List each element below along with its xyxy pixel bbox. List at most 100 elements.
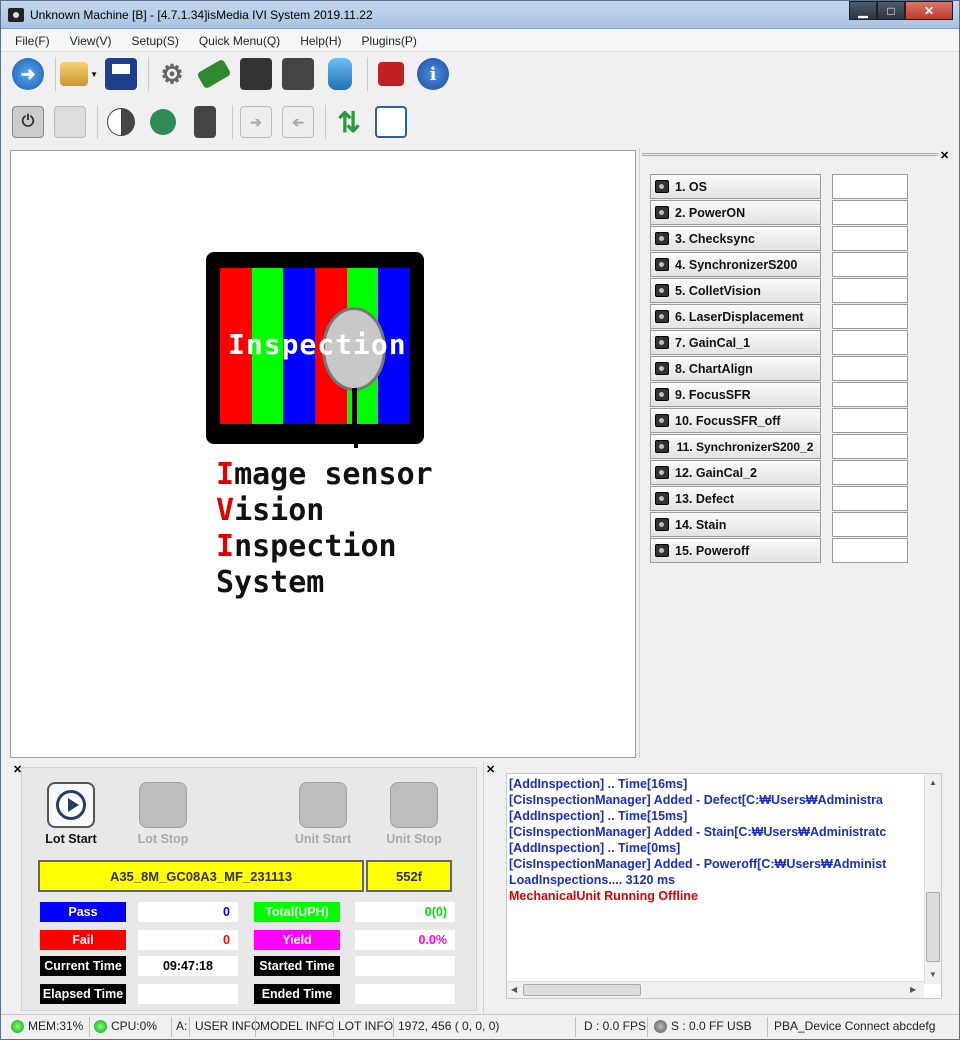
model-info-status[interactable]: MODEL INFO — [260, 1019, 334, 1033]
main-toolbar: ➜ ▼ ⚙ i — [9, 53, 456, 95]
inspection-button[interactable]: 15. Poweroff — [650, 538, 821, 563]
scroll-right-icon[interactable]: ▶ — [910, 985, 916, 994]
close-button[interactable]: ✕ — [905, 1, 953, 20]
secondary-toolbar: ⏻ ➔ ➔ ⇅ — [9, 101, 414, 143]
fail-value: 0 — [138, 930, 238, 950]
power-button[interactable]: ⏻ — [9, 103, 47, 141]
inspection-button[interactable]: 8. ChartAlign — [650, 356, 821, 381]
camera-icon — [655, 336, 669, 349]
menu-view[interactable]: View(V) — [70, 34, 112, 48]
inspection-button[interactable]: 3. Checksync — [650, 226, 821, 251]
inspection-button[interactable]: 6. LaserDisplacement — [650, 304, 821, 329]
lot-count-display: 552f — [366, 860, 452, 892]
inspection-button[interactable]: 5. ColletVision — [650, 278, 821, 303]
menu-quick-menu[interactable]: Quick Menu(Q) — [199, 34, 280, 48]
inspection-button[interactable]: 13. Defect — [650, 486, 821, 511]
status-separator — [171, 1017, 172, 1037]
inspection-button[interactable]: 12. GainCal_2 — [650, 460, 821, 485]
lot-stop-button[interactable]: Lot Stop — [128, 782, 198, 846]
lot-name-display[interactable]: A35_8M_GC08A3_MF_231113 — [38, 860, 364, 892]
user-info-status[interactable]: USER INFO — [195, 1019, 260, 1033]
zoom-button[interactable] — [144, 103, 182, 141]
log-line: [AddInspection] .. Time[16ms] — [509, 777, 688, 791]
toolbar-separator — [232, 105, 233, 139]
info-icon: i — [417, 58, 449, 90]
inspection-button[interactable]: 4. SynchronizerS200 — [650, 252, 821, 277]
board-settings-button[interactable] — [195, 55, 233, 93]
lot-info-status[interactable]: LOT INFO — [338, 1019, 393, 1033]
scroll-down-icon[interactable]: ▼ — [929, 970, 937, 979]
inspection-result — [832, 460, 908, 485]
status-separator — [647, 1017, 648, 1037]
menu-help[interactable]: Help(H) — [300, 34, 341, 48]
menu-setup[interactable]: Setup(S) — [131, 34, 178, 48]
inspection-button[interactable]: 7. GainCal_1 — [650, 330, 821, 355]
open-button[interactable]: ▼ — [60, 55, 98, 93]
status-idle-icon — [654, 1019, 667, 1033]
sensor-settings-button[interactable] — [279, 55, 317, 93]
layout-button[interactable] — [372, 103, 410, 141]
vertical-scrollbar[interactable]: ▲ ▼ — [924, 774, 941, 984]
inspection-button[interactable]: 14. Stain — [650, 512, 821, 537]
log-line: [CisInspectionManager] Added - Poweroff[… — [509, 857, 887, 871]
go-button[interactable]: ➜ — [9, 55, 47, 93]
menu-file[interactable]: File(F) — [15, 34, 50, 48]
menu-plugins[interactable]: Plugins(P) — [362, 34, 417, 48]
lot-start-button[interactable]: Lot Start — [36, 782, 106, 846]
inspection-button[interactable]: 10. FocusSFR_off — [650, 408, 821, 433]
inspection-logo-icon: Inspection — [206, 252, 424, 448]
main-window: Unknown Machine [B] - [4.7.1.34]isMedia … — [0, 0, 960, 1040]
settings-button[interactable]: ⚙ — [153, 55, 191, 93]
image-viewer[interactable]: Inspection Image sensor Vision Inspectio… — [10, 150, 636, 758]
scroll-thumb[interactable] — [926, 892, 940, 962]
total-uph-label: Total(UPH) — [254, 902, 340, 922]
maximize-button[interactable]: □ — [877, 1, 905, 20]
film-button[interactable] — [186, 103, 224, 141]
camera-icon — [655, 544, 669, 557]
logo-banner: Inspection — [228, 328, 407, 361]
play-icon — [47, 782, 95, 828]
unit-stop-button[interactable]: Unit Stop — [379, 782, 449, 846]
pane-header[interactable] — [642, 153, 938, 156]
inspection-button[interactable]: 2. PowerON — [650, 200, 821, 225]
save-button[interactable] — [102, 55, 140, 93]
inspection-button[interactable]: 1. OS — [650, 174, 821, 199]
inspection-button[interactable]: 9. FocusSFR — [650, 382, 821, 407]
logo-line: Inspection — [216, 529, 397, 564]
inspection-result — [832, 356, 908, 381]
horizontal-scrollbar[interactable]: ◀ ▶ — [507, 981, 924, 998]
log-line: LoadInspections.... 3120 ms — [509, 873, 676, 887]
toolbar-separator — [148, 57, 149, 91]
scroll-thumb[interactable] — [523, 984, 641, 996]
export-button[interactable]: ➔ — [279, 103, 317, 141]
scroll-up-icon[interactable]: ▲ — [929, 778, 937, 787]
import-button[interactable]: ➔ — [237, 103, 275, 141]
disabled-tool-button[interactable] — [51, 103, 89, 141]
scroll-left-icon[interactable]: ◀ — [511, 985, 517, 994]
fail-label: Fail — [40, 930, 126, 950]
camera-settings-button[interactable] — [237, 55, 275, 93]
title-bar[interactable]: Unknown Machine [B] - [4.7.1.34]isMedia … — [1, 1, 959, 29]
arrow-right-icon: ➜ — [12, 58, 44, 90]
refresh-button[interactable]: ⇅ — [330, 103, 368, 141]
camera-icon — [655, 362, 669, 375]
report-button[interactable] — [372, 55, 410, 93]
toolbar-separator — [367, 57, 368, 91]
info-button[interactable]: i — [414, 55, 452, 93]
a-status: A: — [176, 1019, 188, 1033]
database-button[interactable] — [321, 55, 359, 93]
inspection-row: 5. ColletVision — [650, 278, 910, 304]
close-pane-icon[interactable]: ✕ — [486, 763, 495, 776]
memory-status: MEM:31% — [11, 1019, 83, 1033]
magnifier-handle — [352, 388, 357, 424]
unit-start-button[interactable]: Unit Start — [288, 782, 358, 846]
log-output[interactable]: [AddInspection] .. Time[16ms] [CisInspect… — [506, 773, 942, 999]
control-pane: ✕ Lot Start Lot Stop Unit Start Unit Sto… — [7, 761, 481, 1013]
status-separator — [89, 1017, 90, 1037]
minimize-button[interactable]: ▁ — [849, 1, 877, 20]
close-pane-icon[interactable]: ✕ — [940, 149, 949, 162]
logo-text: Image sensor Vision Inspection System — [216, 457, 433, 601]
contrast-button[interactable] — [102, 103, 140, 141]
inspection-button[interactable]: 11. SynchronizerS200_2 — [650, 434, 821, 459]
camera-icon — [655, 284, 669, 297]
